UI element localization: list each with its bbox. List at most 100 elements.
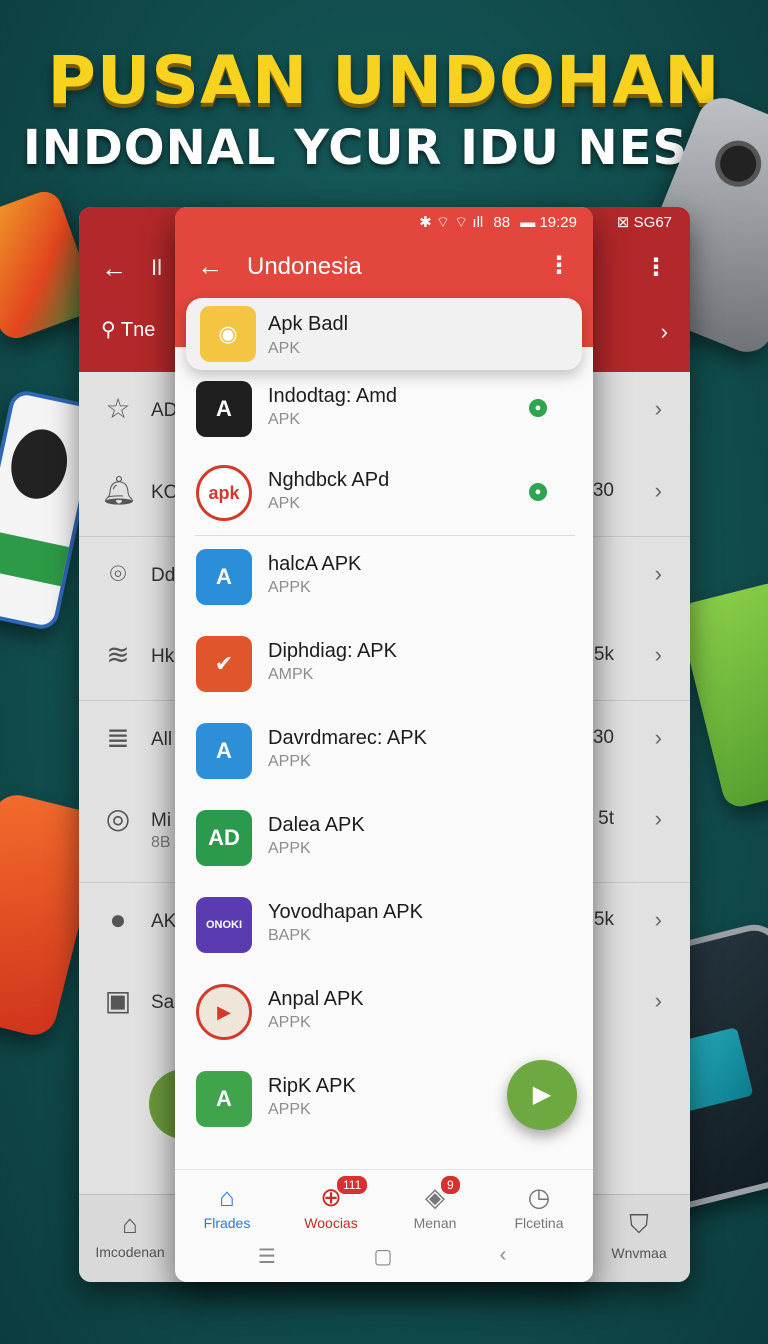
folder-icon: ▣ (104, 985, 132, 1016)
nav-tab-1[interactable]: ⊕ 111 Woocias (279, 1176, 383, 1231)
app-icon: A (196, 549, 252, 605)
bell-icon: 🔔︎ (101, 475, 137, 506)
app-list-item[interactable]: apk Nghdbck APd APK ● (175, 451, 593, 537)
overflow-menu-icon[interactable]: ⋮ (547, 251, 571, 280)
app-icon: ▶ (196, 984, 252, 1040)
person-icon: ● (109, 904, 127, 935)
app-name: Davrdmarec: APK (268, 727, 427, 749)
app-type: APK (268, 340, 301, 357)
row-sub: 8B (151, 834, 171, 851)
chevron-right-icon[interactable]: › (655, 806, 662, 832)
chevron-right-icon[interactable]: › (655, 561, 662, 587)
search-circle-icon: ◎ (105, 803, 131, 834)
chevron-right-icon[interactable]: › (655, 988, 662, 1014)
row-value: 5k (593, 909, 614, 930)
back-arrow-icon[interactable]: ← (101, 253, 127, 284)
app-list-item[interactable]: ▶ Anpal APK APPK (175, 970, 593, 1056)
search-icon: ⚲ (101, 319, 116, 341)
app-list-item[interactable]: ONOKI Yovodhapan APK BAPK (175, 883, 593, 969)
nav-tab-3[interactable]: ◷ Flcetina (487, 1182, 591, 1231)
globe-icon: ⊕ 111 (279, 1176, 383, 1213)
notification-badge: 9 (441, 1176, 460, 1194)
app-type: APK (268, 495, 301, 512)
chevron-right-icon[interactable]: › (655, 907, 662, 933)
recent-apps-icon[interactable]: ☰ (247, 1244, 287, 1269)
map-icon: ◈ 9 (383, 1176, 487, 1213)
app-type: APPK (268, 1101, 311, 1118)
app-name: Yovodhapan APK (268, 901, 423, 923)
app-type: APK (268, 411, 301, 428)
installed-status-icon: ● (529, 399, 547, 417)
back-status-bar: ⊠ SG67 (616, 214, 672, 231)
nav-label: Flcetina (514, 1215, 564, 1231)
star-icon: ☆ (105, 393, 131, 424)
app-icon: AD (196, 810, 252, 866)
status-icons: ✱ ⌔ ⌔ ıll (419, 214, 484, 231)
app-icon: apk (196, 465, 252, 521)
app-icon: A (196, 381, 252, 437)
home-button-icon[interactable]: ▢ (363, 1244, 403, 1269)
nav-tab-2[interactable]: ◈ 9 Menan (383, 1176, 487, 1231)
app-name: RipK APK (268, 1075, 356, 1097)
app-list-item[interactable]: AhalcA APK APPK (175, 535, 593, 621)
back-arrow-icon[interactable]: ← (197, 251, 223, 282)
row-value: 5t (598, 808, 614, 829)
app-list-item[interactable]: A Indodtag: Amd APK ● (175, 367, 593, 453)
status-bar: ✱ ⌔ ⌔ ıll 88 ▬ 19:29 (419, 213, 577, 232)
app-name: Diphdiag: APK (268, 640, 397, 662)
row-label: Sa (151, 992, 175, 1013)
app-icon: A (196, 723, 252, 779)
shield-icon: ⛉ (629, 1209, 649, 1239)
app-list-item[interactable]: A Davrdmarec: APK APPK (175, 709, 593, 795)
chevron-right-icon[interactable]: › (655, 396, 662, 422)
app-icon: ✔ (196, 636, 252, 692)
nav-label: Flrades (203, 1215, 251, 1231)
search-hint: Tne (120, 319, 156, 341)
play-icon: ▶ (532, 1081, 552, 1108)
bottom-nav: ⌂ Flrades ⊕ 111 Woocias ◈ 9 Menan ◷ Flcetina ☰ ▢ … (175, 1169, 593, 1282)
home-icon: ⌂ (122, 1209, 138, 1239)
app-list-item[interactable]: ✔ Diphdiag: APK AMPK (175, 622, 593, 708)
clock-icon: ◷ (527, 1182, 551, 1212)
chevron-right-icon[interactable]: › (661, 319, 668, 345)
app-icon: ◉ (200, 306, 256, 362)
app-name: Nghdbck APd (268, 469, 390, 491)
app-list-item[interactable]: AD Dalea APK APPK (175, 796, 593, 882)
chevron-right-icon[interactable]: › (655, 725, 662, 751)
back-nav-home[interactable]: ⌂ Imcodenan (85, 1209, 175, 1260)
promo-headline: PUSAN UNDOHAN (47, 42, 721, 119)
row-label: Hk (151, 646, 175, 667)
app-list-item[interactable]: ◉ Apk Badl APK (186, 298, 582, 370)
app-icon: ONOKI (196, 897, 252, 953)
row-label: Dd (151, 565, 176, 586)
pin-icon: ⌾ (109, 558, 127, 589)
battery-icon: ▬ (520, 214, 536, 231)
overflow-menu-icon[interactable]: ⋮ (644, 253, 668, 282)
app-name: Anpal APK (268, 988, 364, 1010)
row-value: 30 (592, 480, 614, 501)
back-nav-shield[interactable]: ⛉ Wnvmaa (594, 1209, 684, 1261)
app-title: Undonesia (247, 253, 362, 280)
notification-badge: 111 (337, 1176, 368, 1194)
chevron-right-icon[interactable]: › (655, 478, 662, 504)
battery-level: 88 (493, 214, 511, 231)
app-name: halcA APK (268, 553, 362, 575)
promo-subheadline: INDONAL YCUR IDU NESIA (22, 120, 746, 176)
app-type: AMPK (268, 666, 314, 683)
nav-label: Menan (413, 1215, 457, 1231)
row-value: 30 (592, 727, 614, 748)
back-search-bar[interactable]: ⚲ Tne (101, 317, 155, 342)
foreground-app-screen: ✱ ⌔ ⌔ ıll 88 ▬ 19:29 ← Undonesia ⋮ ◉ Apk … (175, 207, 593, 1282)
row-label: All (151, 729, 173, 750)
installed-status-icon: ● (529, 483, 547, 501)
nav-label: Woocias (304, 1215, 358, 1231)
system-nav-bar: ☰ ▢ ‹ (175, 1244, 593, 1274)
app-type: APPK (268, 840, 311, 857)
app-name: Apk Badl (268, 313, 349, 335)
stack-icon: ≣ (106, 722, 130, 753)
chevron-right-icon[interactable]: › (655, 642, 662, 668)
app-type: BAPK (268, 927, 311, 944)
nav-tab-0[interactable]: ⌂ Flrades (175, 1182, 279, 1231)
play-fab-button[interactable]: ▶ (507, 1060, 577, 1130)
back-button-icon[interactable]: ‹ (483, 1244, 523, 1267)
